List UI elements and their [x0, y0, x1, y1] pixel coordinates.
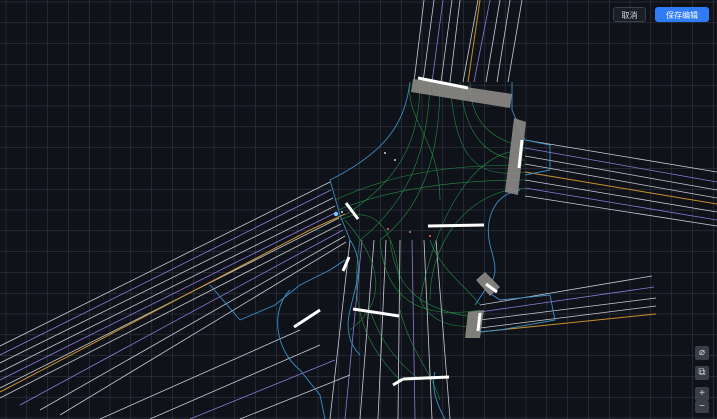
- eraser-tool-button[interactable]: ⌀: [695, 346, 709, 360]
- road-edges: [209, 81, 556, 419]
- copy-tool-button[interactable]: ⧉: [695, 366, 709, 380]
- copy-icon: ⧉: [698, 367, 706, 378]
- map-editor: 取消 保存编辑 ⌀ ⧉ + −: [0, 0, 717, 419]
- road-network-canvas[interactable]: [0, 0, 717, 419]
- eraser-icon: ⌀: [698, 347, 706, 358]
- connector-lanes: [334, 81, 526, 401]
- zoom-in-icon: +: [699, 388, 705, 399]
- zoom-out-icon: −: [699, 401, 705, 412]
- cancel-button[interactable]: 取消: [613, 7, 646, 22]
- zoom-out-button[interactable]: −: [695, 401, 709, 413]
- zoom-in-button[interactable]: +: [695, 387, 709, 401]
- save-edit-button[interactable]: 保存编辑: [655, 7, 709, 22]
